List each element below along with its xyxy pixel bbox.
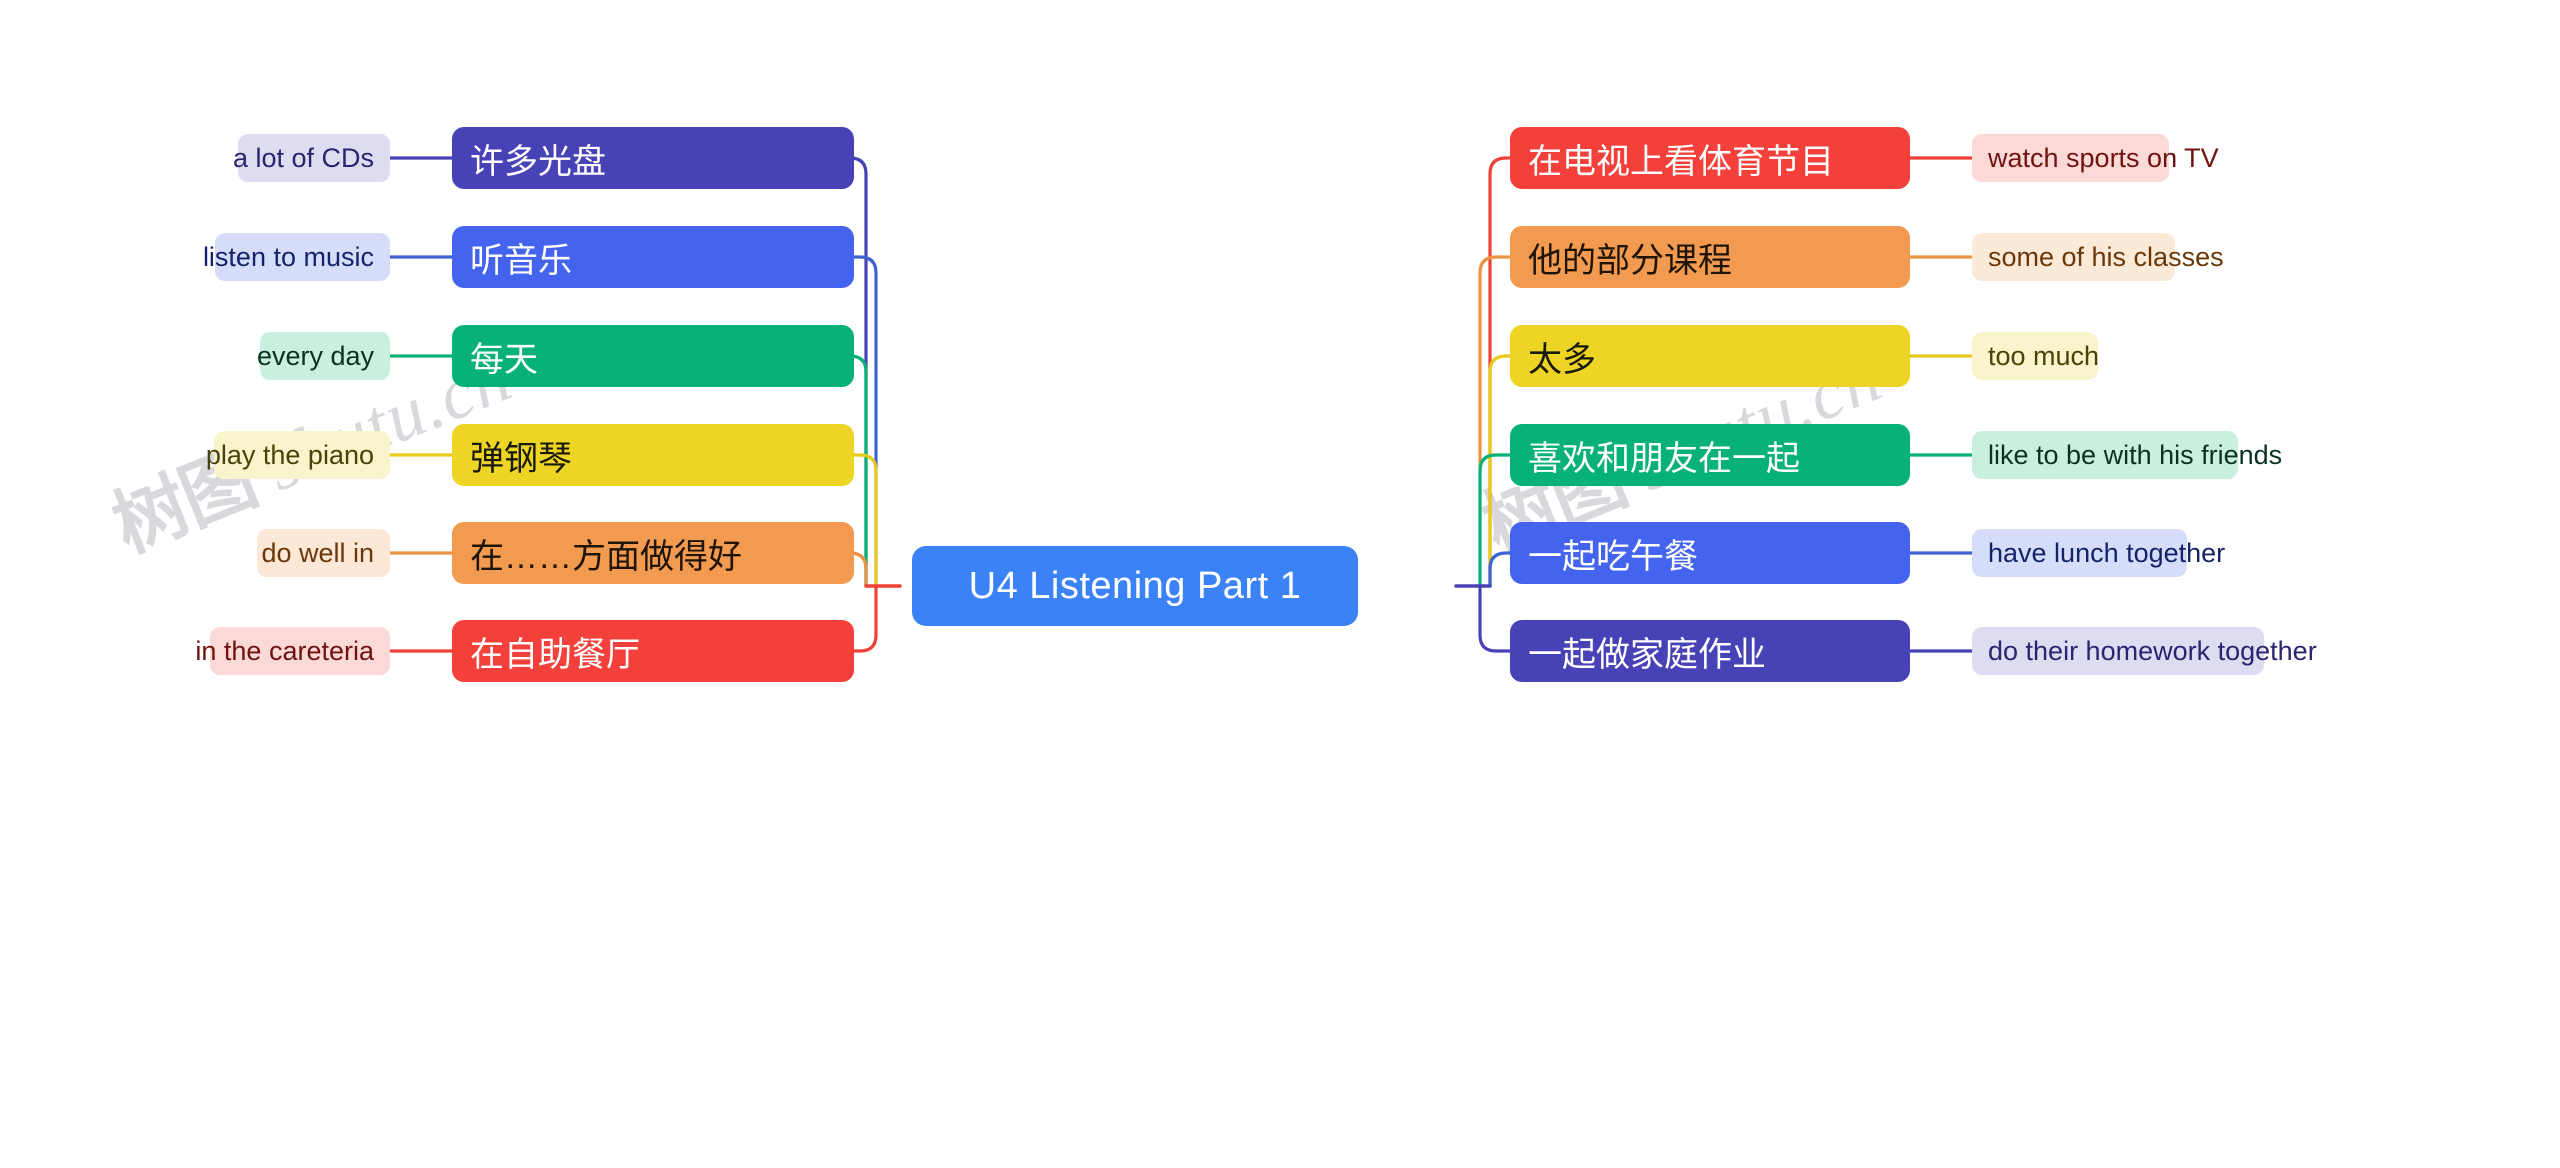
connector-line (1478, 584, 1512, 653)
connector-line (852, 584, 878, 653)
right-leaf-node-2[interactable]: too much (1972, 332, 2099, 380)
left-leaf-node-5[interactable]: in the careteria (195, 627, 390, 675)
right-leaf-node-4[interactable]: have lunch together (1972, 529, 2225, 577)
left-main-node-3[interactable]: 弹钢琴 (452, 424, 854, 486)
left-leaf-node-2[interactable]: every day (257, 332, 390, 380)
left-leaf-node-1[interactable]: listen to music (203, 233, 390, 281)
right-leaf-node-5[interactable]: do their homework together (1972, 627, 2317, 675)
connector-line (1488, 156, 1512, 588)
connector-line (852, 453, 878, 588)
right-main-node-1[interactable]: 他的部分课程 (1510, 226, 1910, 288)
root-node[interactable]: U4 Listening Part 1 (912, 546, 1358, 626)
connector-line (1488, 354, 1512, 588)
connector-line (852, 255, 878, 588)
left-leaf-node-4[interactable]: do well in (257, 529, 390, 577)
connector-line (1488, 551, 1512, 588)
left-leaf-node-0[interactable]: a lot of CDs (233, 134, 390, 182)
right-leaf-node-0[interactable]: watch sports on TV (1972, 134, 2219, 182)
right-leaf-node-3[interactable]: like to be with his friends (1972, 431, 2282, 479)
right-main-node-4[interactable]: 一起吃午餐 (1510, 522, 1910, 584)
left-main-node-2[interactable]: 每天 (452, 325, 854, 387)
right-main-node-5[interactable]: 一起做家庭作业 (1510, 620, 1910, 682)
left-main-node-0[interactable]: 许多光盘 (452, 127, 854, 189)
left-leaf-node-3[interactable]: play the piano (206, 431, 390, 479)
right-main-node-0[interactable]: 在电视上看体育节目 (1510, 127, 1910, 189)
mindmap-canvas: 树图 shutu.cn树图 shutu.cn U4 Listening Part… (0, 0, 2560, 1168)
connector-line (1478, 453, 1512, 588)
left-main-node-4[interactable]: 在……方面做得好 (452, 522, 854, 584)
left-main-node-1[interactable]: 听音乐 (452, 226, 854, 288)
right-leaf-node-1[interactable]: some of his classes (1972, 233, 2224, 281)
left-main-node-5[interactable]: 在自助餐厅 (452, 620, 854, 682)
connector-line (1478, 255, 1512, 588)
right-main-node-2[interactable]: 太多 (1510, 325, 1910, 387)
right-main-node-3[interactable]: 喜欢和朋友在一起 (1510, 424, 1910, 486)
